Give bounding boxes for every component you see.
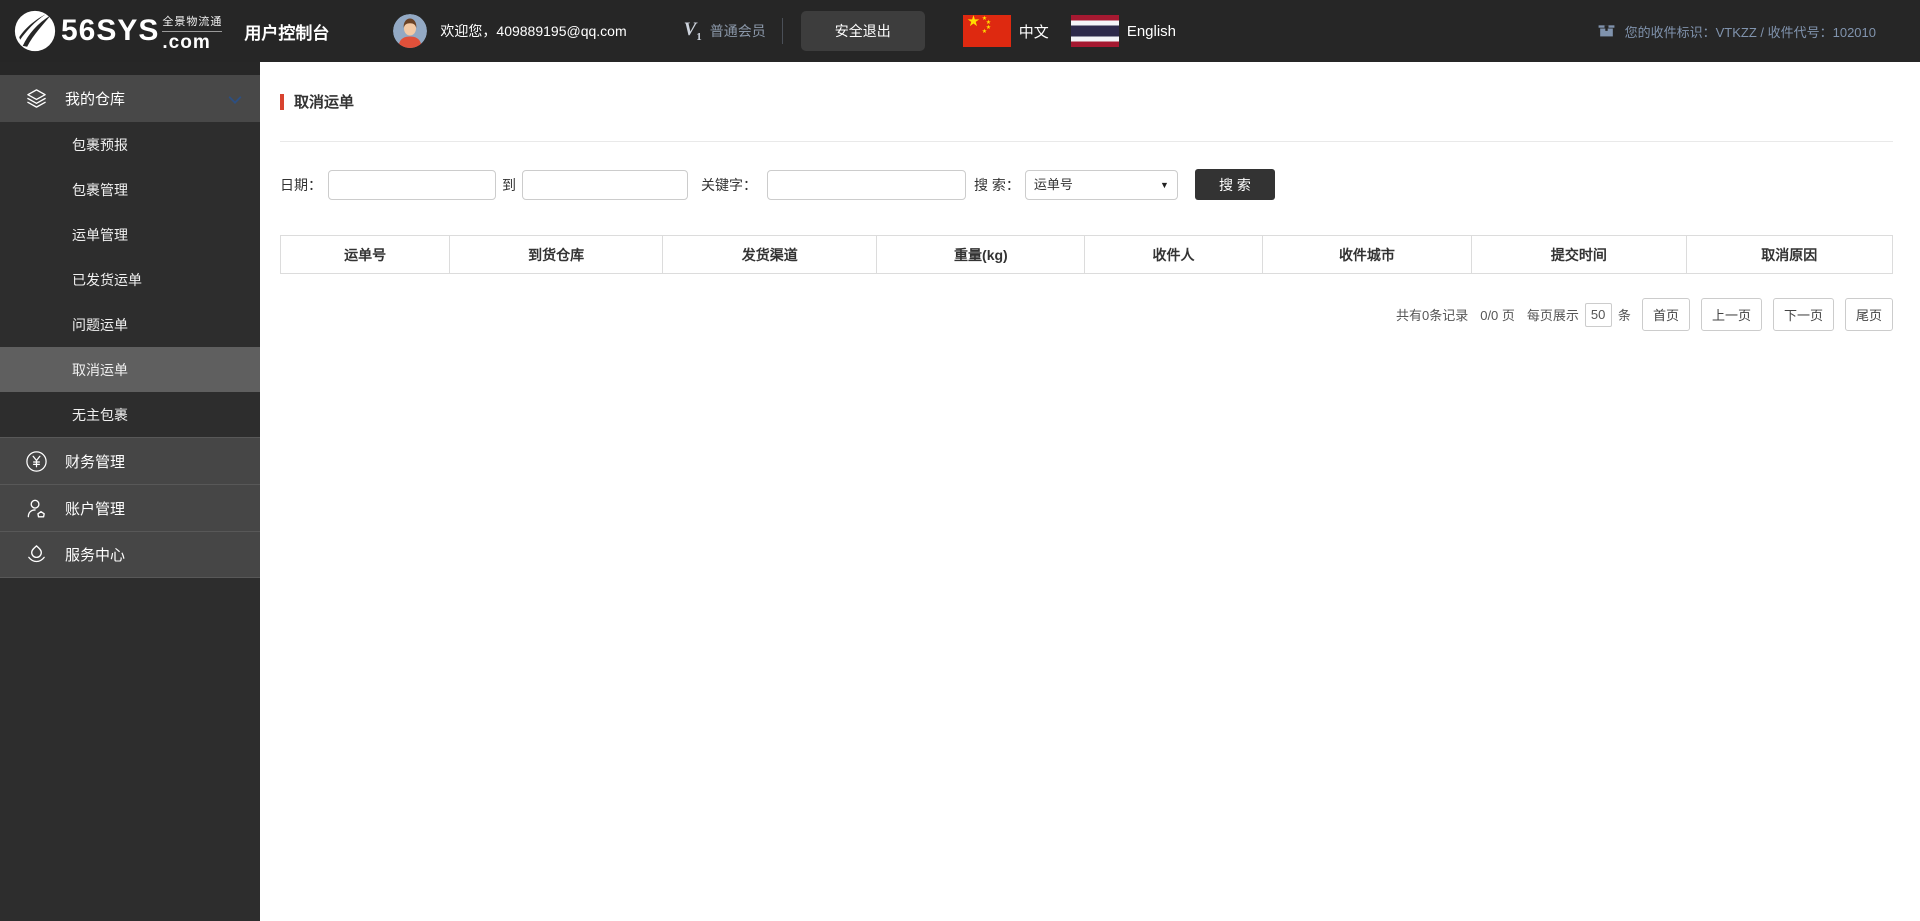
search-form: 日期： 到 关键字： 搜 索： 运单号 ▼ 搜 索 bbox=[280, 169, 1893, 200]
lotus-icon bbox=[25, 543, 48, 566]
date-label: 日期： bbox=[280, 176, 322, 193]
chevron-down-icon bbox=[228, 92, 242, 104]
brand-name: 56SYS bbox=[61, 14, 160, 47]
sidebar-item-account-management[interactable]: 账户管理 bbox=[0, 484, 260, 531]
thailand-flag-icon bbox=[1070, 15, 1119, 47]
next-page-button[interactable]: 下一页 bbox=[1772, 298, 1834, 331]
page-title: 取消运单 bbox=[294, 94, 355, 111]
sidebar: 我的仓库 包裹预报 包裹管理 运单管理 已发货运单 问题运单 取消运单 无主包裹 bbox=[0, 62, 260, 921]
sidebar-item-problem-waybills[interactable]: 问题运单 bbox=[0, 302, 260, 347]
date-from-input[interactable] bbox=[328, 169, 496, 200]
sidebar-item-label: 账户管理 bbox=[65, 500, 126, 518]
logout-button[interactable]: 安全退出 bbox=[800, 11, 925, 51]
col-waybill-no: 运单号 bbox=[279, 235, 451, 274]
sidebar-item-label: 财务管理 bbox=[65, 453, 126, 471]
sidebar-item-package-management[interactable]: 包裹管理 bbox=[0, 167, 260, 212]
pagination: 共有0条记录 0/0 页 每页展示 条 首页 上一页 下一页 尾页 bbox=[280, 298, 1893, 331]
table-header-row: 运单号 到货仓库 发货渠道 重量(kg) 收件人 收件城市 提交时间 取消原因 bbox=[279, 235, 1894, 274]
search-button[interactable]: 搜 索 bbox=[1194, 169, 1275, 200]
sidebar-top-gap bbox=[0, 62, 260, 75]
sidebar-item-finance-management[interactable]: 财务管理 bbox=[0, 437, 260, 484]
language-chinese[interactable]: ★ ★ ★ ★ ★ 中文 bbox=[962, 14, 1049, 47]
last-page-button[interactable]: 尾页 bbox=[1844, 298, 1893, 331]
language-english[interactable]: English bbox=[1070, 15, 1177, 47]
welcome-text: 欢迎您，409889195@qq.com bbox=[440, 23, 627, 39]
keyword-label: 关键字： bbox=[701, 176, 757, 193]
sidebar-item-label: 我的仓库 bbox=[65, 91, 126, 108]
total-records-text: 共有0条记录 bbox=[1395, 308, 1469, 323]
cancelled-waybills-table: 运单号 到货仓库 发货渠道 重量(kg) 收件人 收件城市 提交时间 取消原因 bbox=[279, 235, 1894, 274]
language-chinese-label: 中文 bbox=[1018, 23, 1049, 41]
console-title: 用户控制台 bbox=[244, 23, 330, 43]
search-type-select-wrap: 运单号 ▼ bbox=[1024, 169, 1178, 200]
package-icon bbox=[1597, 19, 1616, 43]
page-count-text: 0/0 页 bbox=[1480, 308, 1515, 323]
brand-tld: .com bbox=[162, 31, 211, 53]
main-content: 取消运单 日期： 到 关键字： 搜 索： 运单号 ▼ 搜 索 运单号 到货仓库 … bbox=[260, 62, 1920, 921]
page-title-row: 取消运单 bbox=[280, 62, 1893, 142]
logo-icon bbox=[14, 10, 56, 52]
col-recipient-city: 收件城市 bbox=[1261, 235, 1473, 274]
yen-circle-icon bbox=[25, 450, 48, 473]
sidebar-item-label: 服务中心 bbox=[65, 547, 126, 564]
col-recipient: 收件人 bbox=[1084, 235, 1263, 274]
sidebar-item-package-forecast[interactable]: 包裹预报 bbox=[0, 122, 260, 167]
per-page-prefix: 每页展示 bbox=[1526, 308, 1579, 323]
per-page-suffix: 条 bbox=[1617, 308, 1631, 323]
search-by-label: 搜 索： bbox=[974, 176, 1020, 193]
brand-tagline: 全景物流通 bbox=[162, 13, 223, 32]
sidebar-item-shipped-waybills[interactable]: 已发货运单 bbox=[0, 257, 260, 302]
v1-badge-icon: V1 bbox=[683, 19, 702, 43]
sidebar-item-service-center[interactable]: 服务中心 bbox=[0, 531, 260, 578]
receiver-info-text: 您的收件标识：VTKZZ / 收件代号：102010 bbox=[1624, 24, 1876, 40]
china-flag-icon: ★ ★ ★ ★ ★ bbox=[962, 14, 1011, 47]
top-header: 56SYS 全景物流通 .com 用户控制台 欢迎您，409889195@qq.… bbox=[0, 0, 1920, 62]
first-page-button[interactable]: 首页 bbox=[1641, 298, 1690, 331]
sidebar-item-unclaimed-packages[interactable]: 无主包裹 bbox=[0, 392, 260, 437]
sidebar-item-cancelled-waybills[interactable]: 取消运单 bbox=[0, 347, 260, 392]
col-cancel-reason: 取消原因 bbox=[1685, 235, 1894, 274]
member-level-label: 普通会员 bbox=[709, 23, 766, 39]
user-icon bbox=[25, 497, 48, 520]
sidebar-submenu: 包裹预报 包裹管理 运单管理 已发货运单 问题运单 取消运单 无主包裹 bbox=[0, 122, 260, 437]
search-type-select[interactable]: 运单号 bbox=[1024, 169, 1178, 200]
title-accent-bar bbox=[280, 93, 284, 110]
per-page-input[interactable] bbox=[1584, 302, 1612, 327]
header-divider bbox=[781, 18, 783, 44]
col-submit-time: 提交时间 bbox=[1471, 235, 1687, 274]
sidebar-item-waybill-management[interactable]: 运单管理 bbox=[0, 212, 260, 257]
sidebar-bottom-group: 财务管理 账户管理 服务中心 bbox=[0, 437, 260, 578]
prev-page-button[interactable]: 上一页 bbox=[1700, 298, 1762, 331]
brand-suffix: 全景物流通 .com bbox=[162, 13, 223, 54]
sidebar-item-my-warehouse[interactable]: 我的仓库 bbox=[0, 75, 260, 122]
language-english-label: English bbox=[1126, 22, 1177, 40]
col-shipping-channel: 发货渠道 bbox=[662, 235, 878, 274]
date-to-input[interactable] bbox=[522, 169, 688, 200]
keyword-input[interactable] bbox=[767, 169, 966, 200]
layers-icon bbox=[25, 87, 48, 110]
col-weight: 重量(kg) bbox=[876, 235, 1086, 274]
receiver-info: 您的收件标识：VTKZZ / 收件代号：102010 bbox=[1597, 19, 1876, 43]
user-avatar[interactable] bbox=[393, 14, 428, 48]
col-arrival-warehouse: 到货仓库 bbox=[449, 235, 664, 274]
date-to-label: 到 bbox=[502, 176, 516, 193]
